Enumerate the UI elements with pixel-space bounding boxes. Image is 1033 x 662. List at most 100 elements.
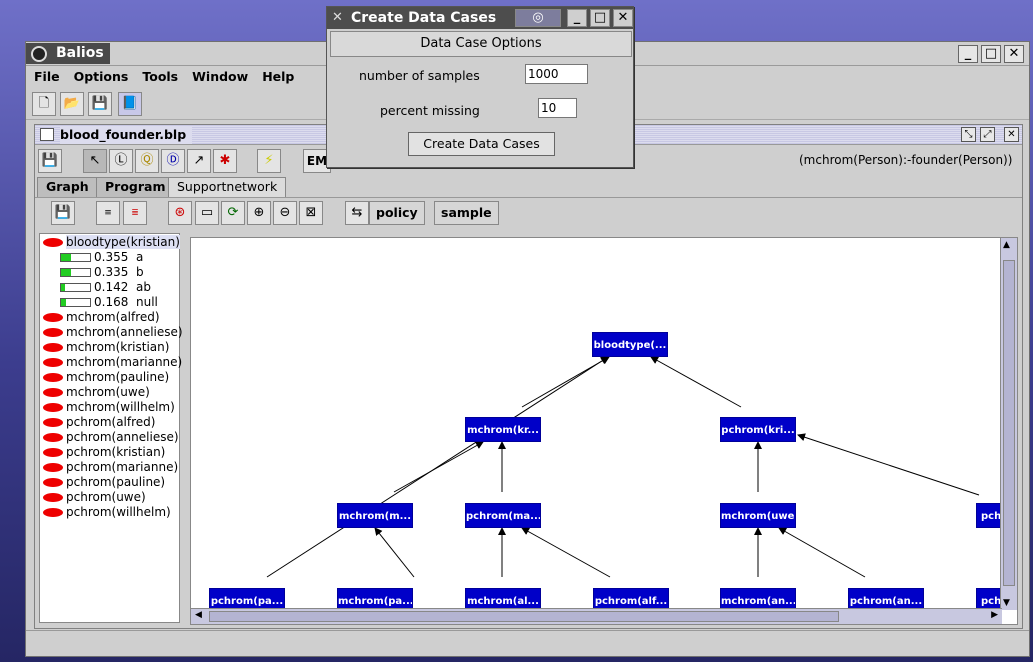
tree-item[interactable]: mchrom(pauline) (43, 370, 169, 385)
tree-item[interactable]: pchrom(kristian) (43, 445, 165, 460)
menu-options[interactable]: Options (74, 66, 129, 88)
graph-node[interactable]: pchrom(ma... (465, 503, 541, 528)
tree-item[interactable]: mchrom(uwe) (43, 385, 150, 400)
probability-row: 0.335 b (60, 265, 144, 280)
scroll-right-icon[interactable]: ▶ (991, 610, 998, 620)
dialog-close-button[interactable]: ✕ (613, 9, 633, 27)
tree-item[interactable]: pchrom(marianne) (43, 460, 178, 475)
probability-bar (60, 268, 91, 277)
menu-window[interactable]: Window (192, 66, 248, 88)
fit-icon[interactable]: ⊠ (299, 201, 323, 225)
horizontal-scrollbar[interactable]: ◀ ▶ (191, 608, 1002, 624)
tree-item[interactable]: mchrom(kristian) (43, 340, 169, 355)
scroll-up-icon[interactable]: ▲ (1003, 240, 1010, 250)
tree-item[interactable]: mchrom(alfred) (43, 310, 160, 325)
tree-item-selected[interactable]: bloodtype(kristian) (43, 235, 180, 250)
graph-edge (393, 441, 484, 493)
dialog-titlebar[interactable]: ✕ Create Data Cases ◎ _ □ ✕ (327, 7, 633, 29)
book-icon[interactable]: 📘 (118, 92, 142, 116)
graph-node[interactable]: pchrom(kri... (720, 417, 796, 442)
wand-icon[interactable]: ↗ (187, 149, 211, 173)
zoom-out-icon[interactable]: ⊖ (273, 201, 297, 225)
open-folder-icon[interactable]: 📂 (60, 92, 84, 116)
network-icon[interactable]: ✱ (213, 149, 237, 173)
dialog-menu-icon[interactable]: ◎ (515, 9, 561, 27)
minimize-button[interactable]: _ (958, 45, 978, 63)
menu-file[interactable]: File (34, 66, 60, 88)
tree-item[interactable]: pchrom(willhelm) (43, 505, 171, 520)
tree-item-label: pchrom(kristian) (66, 445, 166, 459)
pointer-icon[interactable]: ↖ (83, 149, 107, 173)
dialog-panel-title: Data Case Options (330, 31, 632, 57)
tree-item[interactable]: mchrom(willhelm) (43, 400, 175, 415)
close-button[interactable]: ✕ (1004, 45, 1024, 63)
iconify-icon[interactable]: ⤡ (961, 127, 976, 142)
scroll-left-icon[interactable]: ◀ (195, 610, 202, 620)
probability-value: 0.142 (94, 280, 129, 294)
dialog-maximize-button[interactable]: □ (590, 9, 610, 27)
menu-help[interactable]: Help (262, 66, 294, 88)
graph-node[interactable]: bloodtype(... (592, 332, 668, 357)
tree-item-label: pchrom(alfred) (66, 415, 156, 429)
maximize-button[interactable]: □ (981, 45, 1001, 63)
network-graph[interactable]: bloodtype(... mchrom(kr... pchrom(kri...… (190, 237, 1018, 625)
dialog-app-icon: ✕ (332, 10, 343, 25)
graph-node[interactable]: mchrom(m... (337, 503, 413, 528)
q-query-icon[interactable]: Ⓠ (135, 149, 159, 173)
tree-item[interactable]: mchrom(marianne) (43, 355, 182, 370)
main-title-tab: Balios (26, 43, 110, 64)
tree-item[interactable]: pchrom(pauline) (43, 475, 165, 490)
tree-item[interactable]: pchrom(alfred) (43, 415, 155, 430)
vertical-scroll-thumb[interactable] (1003, 260, 1015, 586)
tab-program[interactable]: Program (96, 177, 175, 197)
node-oval-icon (43, 358, 63, 367)
tree-item[interactable]: pchrom(uwe) (43, 490, 146, 505)
frame-close-icon[interactable]: ✕ (1004, 127, 1019, 142)
lightning-icon[interactable]: ⚡ (257, 149, 281, 173)
save-all-icon[interactable]: 💾 (88, 92, 112, 116)
graph-node[interactable]: mchrom(uwe) (720, 503, 796, 528)
tree-item-label: mchrom(kristian) (66, 340, 170, 354)
new-file-icon[interactable]: 🗋 (32, 92, 56, 116)
samples-label: number of samples (359, 68, 480, 83)
true-false-icon[interactable]: ≡ (96, 201, 120, 225)
document-icon (40, 128, 54, 141)
menu-tools[interactable]: Tools (142, 66, 178, 88)
policy-button[interactable]: policy (369, 201, 425, 225)
tree-item[interactable]: pchrom(anneliese) (43, 430, 179, 445)
tree-item-label: pchrom(pauline) (66, 475, 166, 489)
refresh-icon[interactable]: ⟳ (221, 201, 245, 225)
tab-graph[interactable]: Graph (37, 177, 98, 197)
samples-input[interactable] (525, 64, 588, 84)
probability-value: 0.355 (94, 250, 129, 264)
dialog-minimize-button[interactable]: _ (567, 9, 587, 27)
tree-item-label: mchrom(marianne) (66, 355, 183, 369)
create-data-cases-button[interactable]: Create Data Cases (408, 132, 555, 156)
missing-input[interactable] (538, 98, 577, 118)
horizontal-scroll-thumb[interactable] (209, 611, 839, 622)
clause-label: (mchrom(Person):-founder(Person)) (799, 153, 1013, 167)
l-query-icon[interactable]: Ⓛ (109, 149, 133, 173)
restore-icon[interactable]: ⤢ (980, 127, 995, 142)
vertical-scrollbar[interactable]: ▲ ▼ (1000, 238, 1017, 610)
network-save-icon[interactable]: 💾 (51, 201, 75, 225)
layout-icon[interactable]: ⊛ (168, 201, 192, 225)
zoom-in-icon[interactable]: ⊕ (247, 201, 271, 225)
d-query-icon[interactable]: Ⓓ (161, 149, 185, 173)
probability-row: 0.168 null (60, 295, 158, 310)
tab-supportnetwork[interactable]: Supportnetwork (168, 177, 287, 198)
graph-node[interactable]: mchrom(kr... (465, 417, 541, 442)
swap-icon[interactable]: ⇆ (345, 201, 369, 225)
graph-node[interactable]: pch (976, 503, 1002, 528)
no-data-icon[interactable]: ≣ (123, 201, 147, 225)
node-oval-icon (43, 448, 63, 457)
sample-button[interactable]: sample (434, 201, 499, 225)
scroll-down-icon[interactable]: ▼ (1003, 598, 1010, 608)
tree-item[interactable]: mchrom(anneliese) (43, 325, 183, 340)
save-icon[interactable]: 💾 (38, 149, 62, 173)
tree-item-label: pchrom(uwe) (66, 490, 146, 504)
ruler-icon[interactable]: ▭ (195, 201, 219, 225)
node-tree[interactable]: bloodtype(kristian) 0.355 a 0.335 b 0.142 … (39, 233, 183, 623)
tree-item-label: mchrom(willhelm) (66, 400, 175, 414)
probability-label: b (136, 265, 144, 279)
